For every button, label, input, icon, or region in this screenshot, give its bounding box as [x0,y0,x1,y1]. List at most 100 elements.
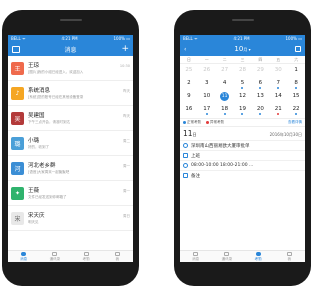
list-item[interactable]: ✦ 王薇 周一 文件已经发送到你邮箱了 [8,181,133,206]
attendance-dot [206,74,208,76]
details-link[interactable]: 查看详情 [288,120,302,125]
tab-0[interactable]: 消息 [180,251,211,262]
calendar-day[interactable]: 18 [216,104,234,117]
calendar-screen: BELL ᯤ 4:21 PM 100% ▭ ‹ 10月 ▾ 日一二三四五六 25… [180,35,305,262]
contact-name: 河北老乡群 [28,163,56,169]
tab-3[interactable]: 我 [102,251,133,262]
calendar-day[interactable]: 21 [269,104,287,117]
tab-3[interactable]: 我 [274,251,305,262]
message-time: 周日 [123,214,130,218]
day-number: 1 [294,67,298,73]
event-text: 备注 [191,173,200,179]
tab-0[interactable]: 消息 [8,251,39,262]
calendar-day[interactable]: 8 [287,78,305,91]
tab-1[interactable]: 通讯录 [211,251,242,262]
calendar-day[interactable]: 27 [216,65,234,78]
tab-2[interactable]: 考勤 [243,251,274,262]
day-number: 9 [187,93,191,99]
calendar-day[interactable]: 15 [287,91,305,104]
event-day-suffix: 日 [192,132,197,137]
tab-2[interactable]: 考勤 [71,251,102,262]
calendar-day[interactable]: 28 [234,65,252,78]
event-row[interactable]: 深圳南山西丽易欧大厦审批单 [180,140,305,150]
calendar-day[interactable]: 29 [251,65,269,78]
message-time: 周二 [123,139,130,143]
month-selector[interactable]: 10月 ▾ [180,45,305,53]
avatar: ✦ [11,186,24,200]
list-item-top: 系统消息 昨天 [28,86,130,94]
contacts-card-icon[interactable] [12,45,20,53]
status-bar: BELL ᯤ 4:21 PM 100% ▭ [8,35,133,42]
list-item[interactable]: ♪ 系统消息 昨天 [系统]您的账号已经在其他设备登录 [8,81,133,106]
day-number: 20 [256,106,264,112]
event-list: 深圳南山西丽易欧大厦审批单 上班 08:00-10:00 18:00-21:00 .… [180,140,305,180]
bottom-tab-bar: 消息 通讯录 考勤 我 [8,250,133,262]
share-icon[interactable] [295,46,301,52]
calendar-day[interactable]: 6 [251,78,269,91]
event-text: 深圳南山西丽易欧大厦审批单 [191,143,250,149]
message-list: 王王琼 10:30 [图片]我的小组已经进入，欢迎加入 ♪ 系统消息 昨天 [系统]您的账号… [8,56,133,250]
event-row[interactable]: 上班 [180,150,305,160]
phone-frame-right: BELL ᯤ 4:21 PM 100% ▭ ‹ 10月 ▾ 日一二三四五六 25… [174,10,311,286]
calendar-day[interactable]: 13 [251,91,269,104]
day-number: 28 [238,67,246,73]
list-item-body: 王薇 周一 文件已经发送到你邮箱了 [28,186,130,200]
calendar-day[interactable]: 3 [198,78,216,91]
calendar-day[interactable]: 11 [216,91,234,104]
calendar-day[interactable]: 4 [216,78,234,91]
contact-name: 吴建国 [28,113,45,119]
calendar-day[interactable]: 22 [287,104,305,117]
calendar-day[interactable]: 9 [180,91,198,104]
legend-label: 异常考勤 [210,120,224,124]
attendance-dot [277,100,279,102]
contact-name: 小璐 [28,138,40,144]
calendar-day[interactable]: 16 [180,104,198,117]
calendar-day[interactable]: 30 [269,65,287,78]
calendar-day[interactable]: 5 [234,78,252,91]
event-row[interactable]: 08:00-10:00 18:00-21:00 ... [180,160,305,170]
calendar-day[interactable]: 14 [269,91,287,104]
list-item[interactable]: 璐小璐 周二 好的，收到了 [8,131,133,156]
attendance-dot [188,100,190,102]
tab-1[interactable]: 通讯录 [39,251,70,262]
tab-label: 通讯录 [49,256,61,261]
calendar-day[interactable]: 1 [287,65,305,78]
list-item-body: 小璐 周二 好的，收到了 [28,136,130,150]
day-number: 30 [274,67,282,73]
list-item[interactable]: 吴吴建国 昨天 下午三点开会，请准时到达 [8,106,133,131]
calendar-day[interactable]: 12 [234,91,252,104]
tab-label: 消息 [192,256,200,261]
calendar-day[interactable]: 26 [198,65,216,78]
event-row[interactable]: 备注 [180,170,305,180]
page-title: 消息 [64,46,77,54]
calendar-day[interactable]: 19 [234,104,252,117]
attendance-dot [206,100,208,102]
weekday-label: 三 [240,56,245,62]
message-time: 10:30 [119,64,130,68]
message-preview: 文件已经发送到你邮箱了 [28,195,67,199]
calendar-day[interactable]: 2 [180,78,198,91]
tab-icon [224,251,230,256]
attendance-dot [188,113,190,115]
list-item-top: 王琼 10:30 [28,61,130,69]
day-number: 29 [256,67,264,73]
day-number: 7 [276,80,280,86]
list-item-body: 河北老乡群 周一 [语音]大家周末一起聚聚吧 [28,161,130,175]
calendar-day[interactable]: 17 [198,104,216,117]
day-number: 13 [256,93,264,99]
calendar-day[interactable]: 20 [251,104,269,117]
attendance-dot [259,74,261,76]
day-number: 14 [274,93,282,99]
message-preview: 明天见 [28,220,39,224]
list-item[interactable]: 宋宋天庆 周日 明天见 [8,206,133,231]
calendar-day[interactable]: 25 [180,65,198,78]
list-item[interactable]: 王王琼 10:30 [图片]我的小组已经进入，欢迎加入 [8,56,133,81]
list-item-body: 王琼 10:30 [图片]我的小组已经进入，欢迎加入 [28,61,130,75]
clock-label: 4:21 PM [233,36,250,41]
message-preview: [系统]您的账号已经在其他设备登录 [28,95,84,99]
list-item[interactable]: 河河北老乡群 周一 [语音]大家周末一起聚聚吧 [8,156,133,181]
add-button[interactable]: + [121,44,129,54]
list-item-top: 吴建国 昨天 [28,111,130,119]
calendar-day[interactable]: 10 [198,91,216,104]
calendar-day[interactable]: 7 [269,78,287,91]
